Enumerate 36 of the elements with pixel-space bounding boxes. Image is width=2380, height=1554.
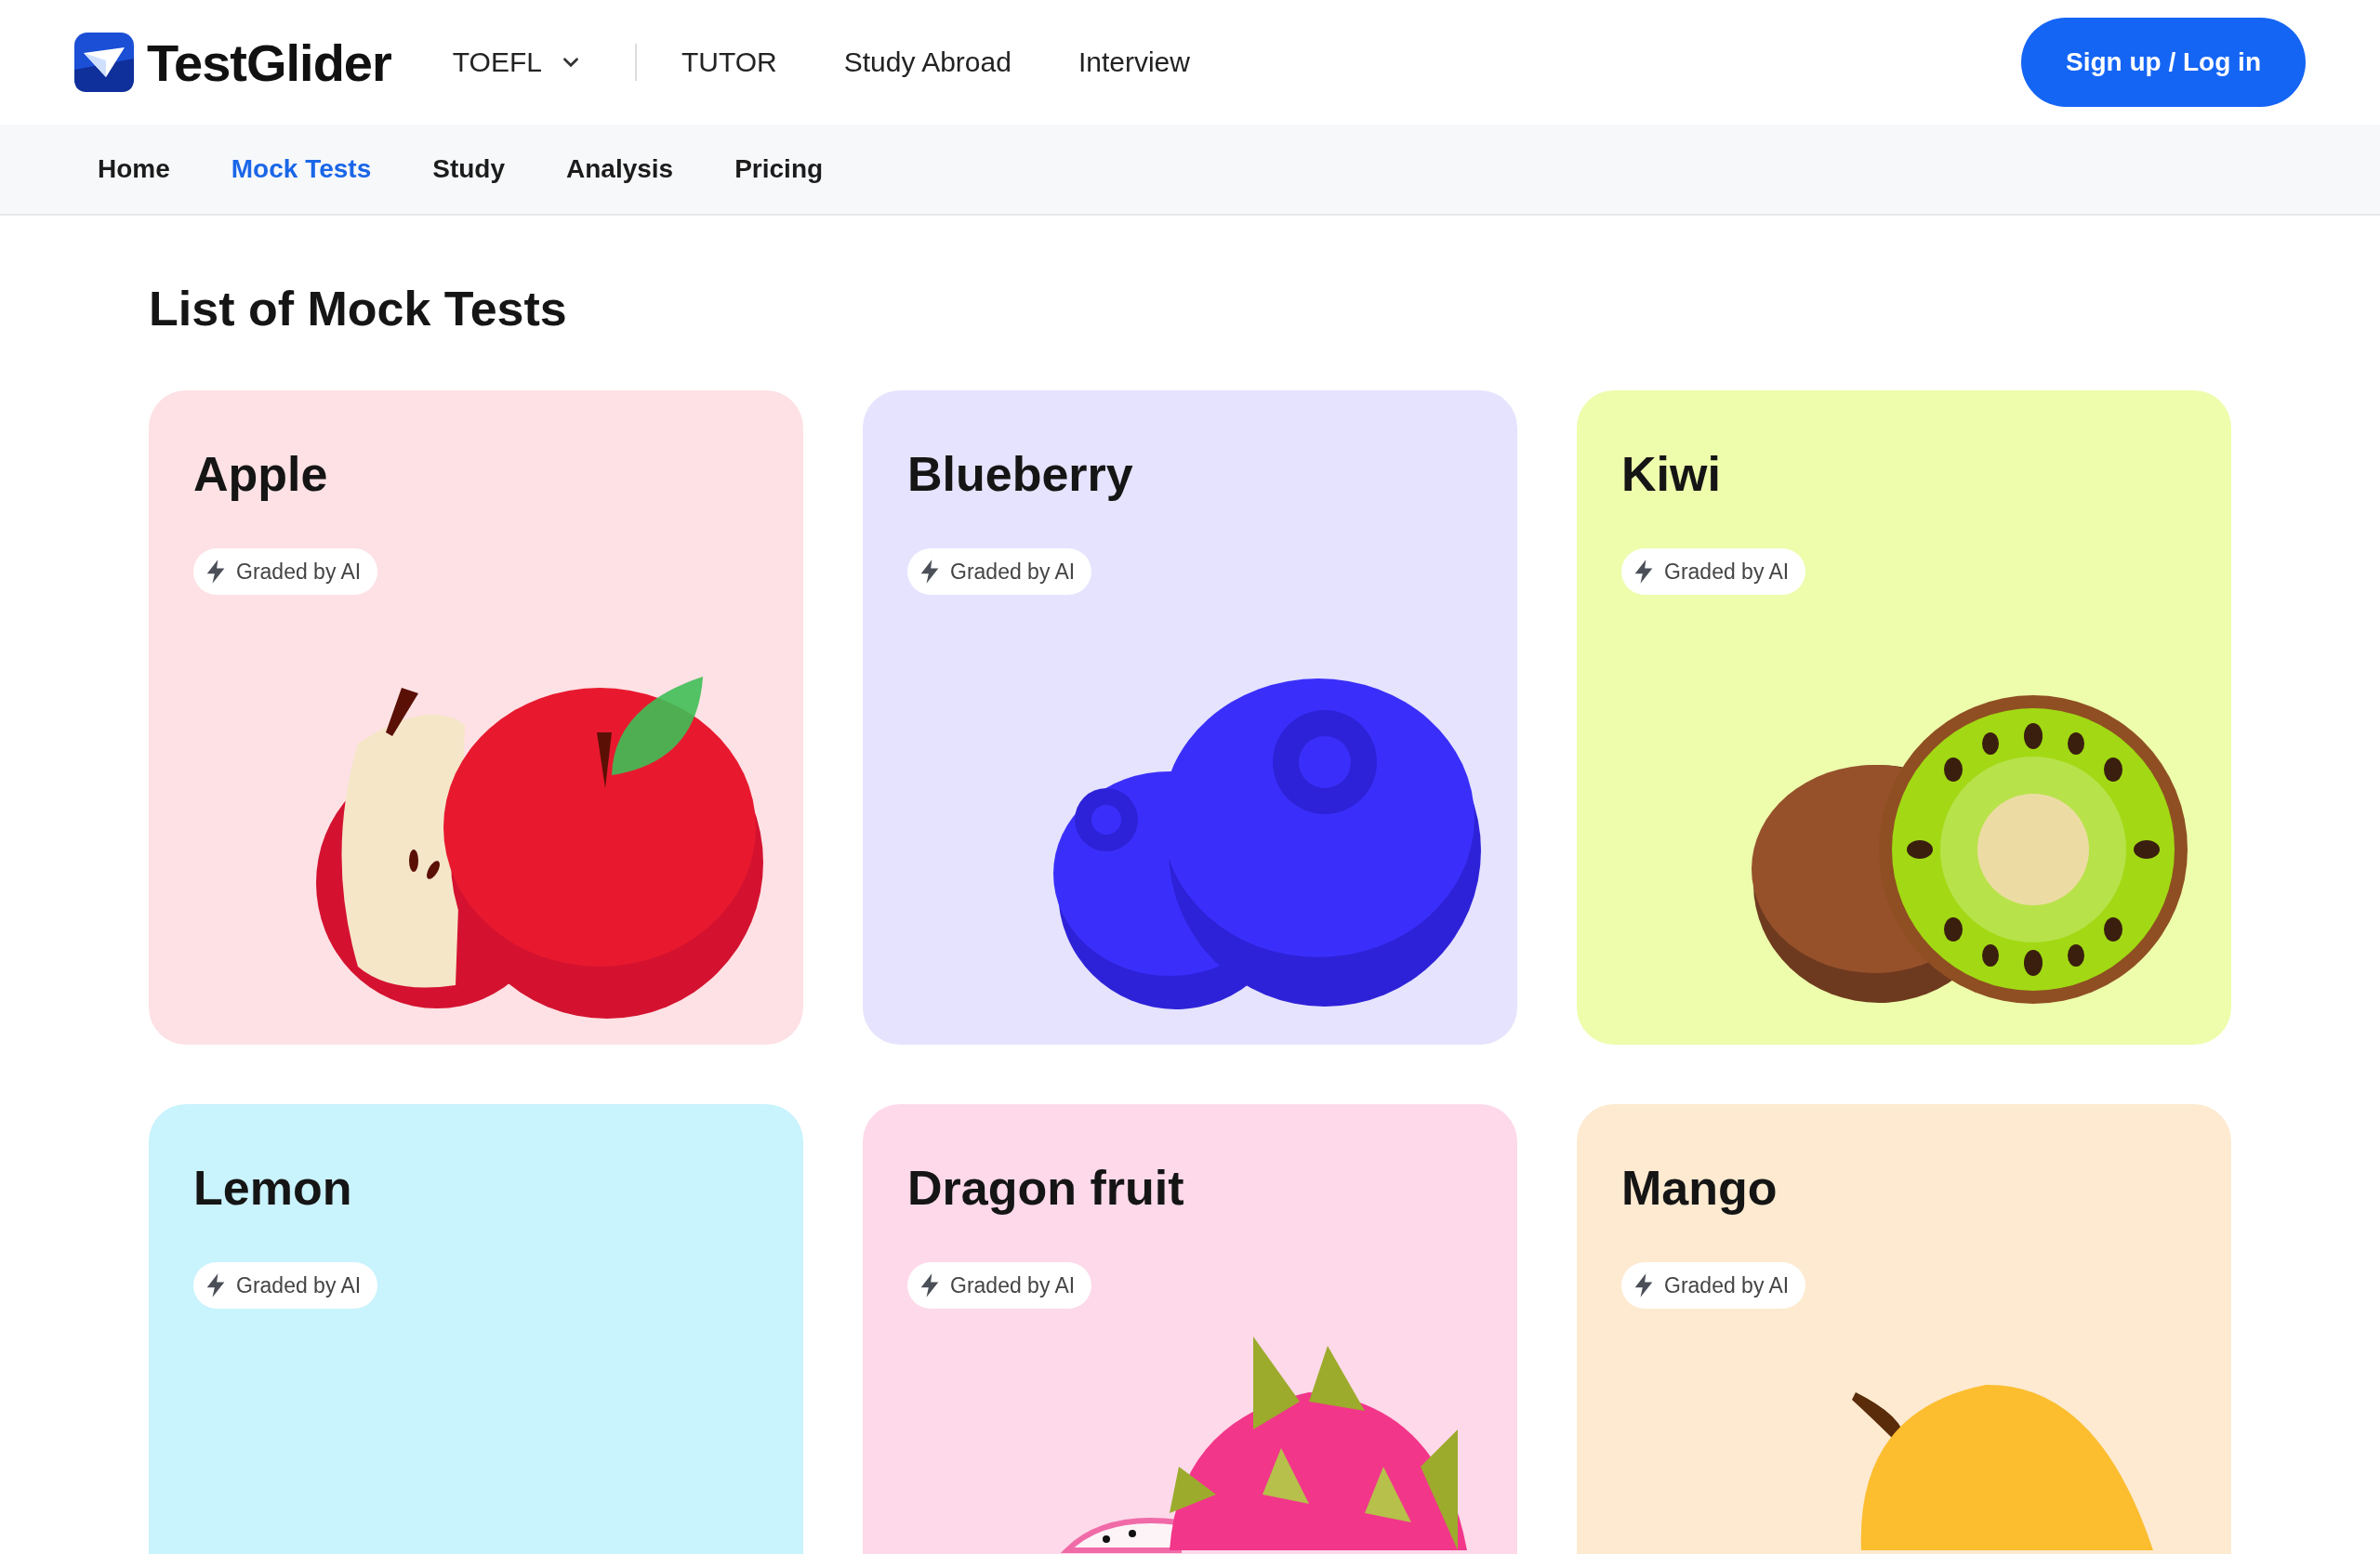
page-title: List of Mock Tests (149, 281, 568, 336)
logo-text[interactable]: TestGlider (147, 32, 391, 93)
badge-label: Graded by AI (950, 559, 1076, 585)
nav-tab[interactable]: Pricing (734, 154, 824, 184)
badge-label: Graded by AI (1664, 1272, 1790, 1298)
lightning-icon (205, 1272, 227, 1298)
card-title: Dragon fruit (907, 1160, 1184, 1216)
badge-label: Graded by AI (236, 559, 362, 585)
lightning-icon (919, 559, 941, 585)
lightning-icon (1633, 559, 1655, 585)
mock-test-card[interactable]: Lemon Graded by AI (149, 1104, 803, 1554)
mock-test-card[interactable]: Mango Graded by AI (1577, 1104, 2231, 1554)
mock-test-card[interactable]: Kiwi Graded by AI (1577, 390, 2231, 1045)
exam-dropdown[interactable]: TOEFL (452, 46, 581, 78)
lightning-icon (919, 1272, 941, 1298)
badge-label: Graded by AI (950, 1272, 1076, 1298)
nav-tab[interactable]: Mock Tests (231, 154, 372, 184)
nav-tab[interactable]: Home (98, 154, 170, 184)
sign-up-login-button[interactable]: Sign up / Log in (2021, 18, 2306, 107)
nav-link[interactable]: Study Abroad (843, 46, 1012, 78)
nav-link[interactable]: TUTOR (681, 46, 777, 78)
card-title: Mango (1621, 1160, 1778, 1216)
lightning-icon (205, 559, 227, 585)
paper-plane-logo-icon (74, 33, 134, 92)
nav-tab[interactable]: Analysis (566, 154, 674, 184)
card-title: Kiwi (1621, 446, 1721, 502)
nav-tab[interactable]: Study (432, 154, 505, 184)
lightning-icon (1633, 1272, 1655, 1298)
badge-label: Graded by AI (236, 1272, 362, 1298)
mock-test-card[interactable]: Apple Graded by AI (149, 390, 803, 1045)
card-title: Blueberry (907, 446, 1133, 502)
mock-test-card[interactable]: Blueberry Graded by AI (863, 390, 1517, 1045)
card-title: Lemon (193, 1160, 352, 1216)
card-title: Apple (193, 446, 328, 502)
nav-link[interactable]: Interview (1078, 46, 1190, 78)
badge-label: Graded by AI (1664, 559, 1790, 585)
